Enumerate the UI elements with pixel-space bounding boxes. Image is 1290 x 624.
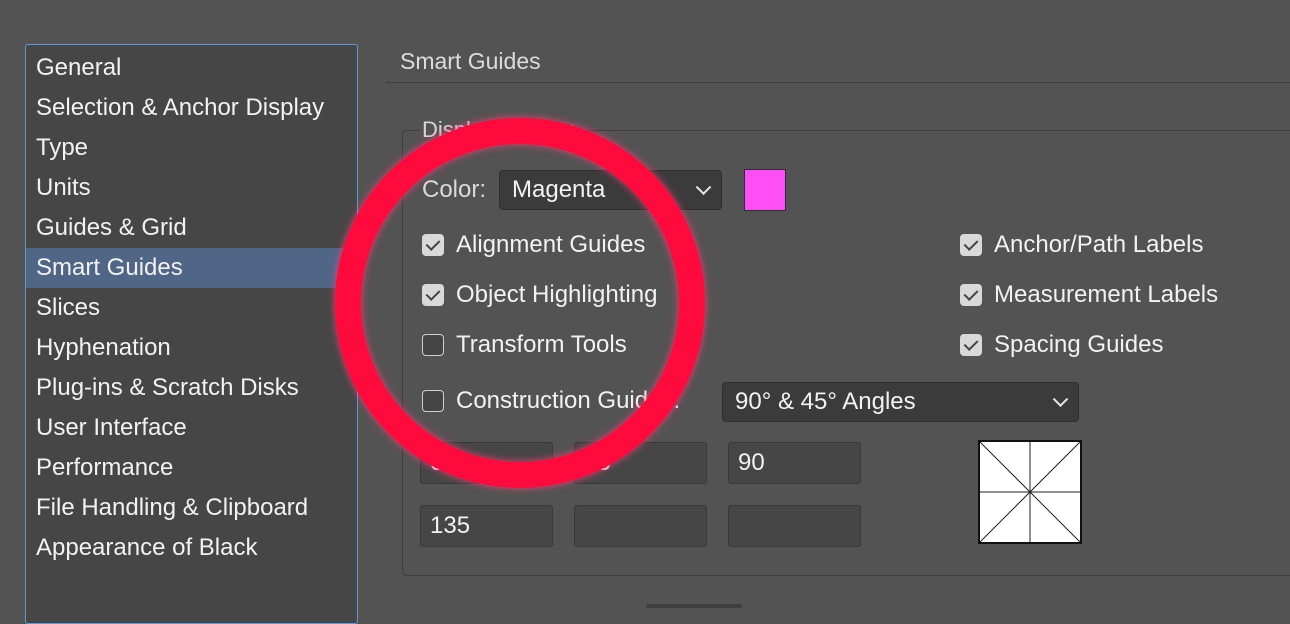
measurement-labels-option[interactable]: Measurement Labels	[960, 281, 1218, 309]
page-title: Smart Guides	[400, 48, 541, 74]
sidebar-item-plugins-scratch-disks[interactable]: Plug-ins & Scratch Disks	[26, 368, 357, 408]
sidebar-item-general[interactable]: General	[26, 48, 357, 88]
color-label: Color:	[422, 176, 487, 203]
construction-guides-checkbox[interactable]	[422, 390, 444, 412]
object-highlighting-label: Object Highlighting	[456, 281, 658, 308]
spacing-guides-option[interactable]: Spacing Guides	[960, 331, 1163, 359]
object-highlighting-option[interactable]: Object Highlighting	[422, 281, 657, 309]
color-dropdown-value: Magenta	[512, 176, 606, 203]
dialog-button-edge	[646, 604, 742, 608]
angle-field-1[interactable]: 0	[420, 442, 553, 484]
angle-field-3[interactable]: 90	[728, 442, 861, 484]
angle-field-6[interactable]	[728, 505, 861, 547]
sidebar-item-hyphenation[interactable]: Hyphenation	[26, 328, 357, 368]
spacing-guides-label: Spacing Guides	[994, 331, 1164, 358]
angle-preview	[978, 440, 1082, 544]
sidebar-item-type[interactable]: Type	[26, 128, 357, 168]
sidebar-item-user-interface[interactable]: User Interface	[26, 408, 357, 448]
color-dropdown[interactable]: Magenta	[499, 170, 722, 210]
preferences-sidebar: General Selection & Anchor Display Type …	[25, 44, 358, 624]
sidebar-item-appearance-of-black[interactable]: Appearance of Black	[26, 528, 357, 568]
transform-tools-label: Transform Tools	[456, 331, 627, 358]
angles-dropdown[interactable]: 90° & 45° Angles	[722, 382, 1079, 422]
measurement-labels-label: Measurement Labels	[994, 281, 1219, 308]
sidebar-item-units[interactable]: Units	[26, 168, 357, 208]
anchor-path-labels-label: Anchor/Path Labels	[994, 231, 1204, 258]
display-options-legend: Display Options	[420, 117, 579, 143]
transform-tools-option[interactable]: Transform Tools	[422, 331, 627, 359]
anchor-path-labels-checkbox[interactable]	[960, 234, 982, 256]
construction-guides-option[interactable]: Construction Guides:	[422, 387, 680, 415]
construction-guides-label: Construction Guides:	[456, 387, 681, 414]
angle-field-5[interactable]	[574, 505, 707, 547]
sidebar-item-smart-guides[interactable]: Smart Guides	[26, 248, 357, 288]
angle-field-2[interactable]: 45	[574, 442, 707, 484]
object-highlighting-checkbox[interactable]	[422, 284, 444, 306]
alignment-guides-checkbox[interactable]	[422, 234, 444, 256]
anchor-path-labels-option[interactable]: Anchor/Path Labels	[960, 231, 1203, 259]
color-swatch[interactable]	[744, 169, 786, 211]
angles-dropdown-value: 90° & 45° Angles	[735, 388, 916, 415]
angle-field-4[interactable]: 135	[420, 505, 553, 547]
measurement-labels-checkbox[interactable]	[960, 284, 982, 306]
chevron-down-icon	[1052, 391, 1069, 408]
spacing-guides-checkbox[interactable]	[960, 334, 982, 356]
sidebar-item-selection-anchor-display[interactable]: Selection & Anchor Display	[26, 88, 357, 128]
sidebar-item-guides-grid[interactable]: Guides & Grid	[26, 208, 357, 248]
alignment-guides-option[interactable]: Alignment Guides	[422, 231, 645, 259]
title-divider	[386, 82, 1290, 83]
alignment-guides-label: Alignment Guides	[456, 231, 646, 258]
transform-tools-checkbox[interactable]	[422, 334, 444, 356]
angle-preview-icon	[979, 441, 1081, 543]
sidebar-item-performance[interactable]: Performance	[26, 448, 357, 488]
sidebar-item-slices[interactable]: Slices	[26, 288, 357, 328]
sidebar-item-file-handling-clipboard[interactable]: File Handling & Clipboard	[26, 488, 357, 528]
chevron-down-icon	[695, 179, 712, 196]
